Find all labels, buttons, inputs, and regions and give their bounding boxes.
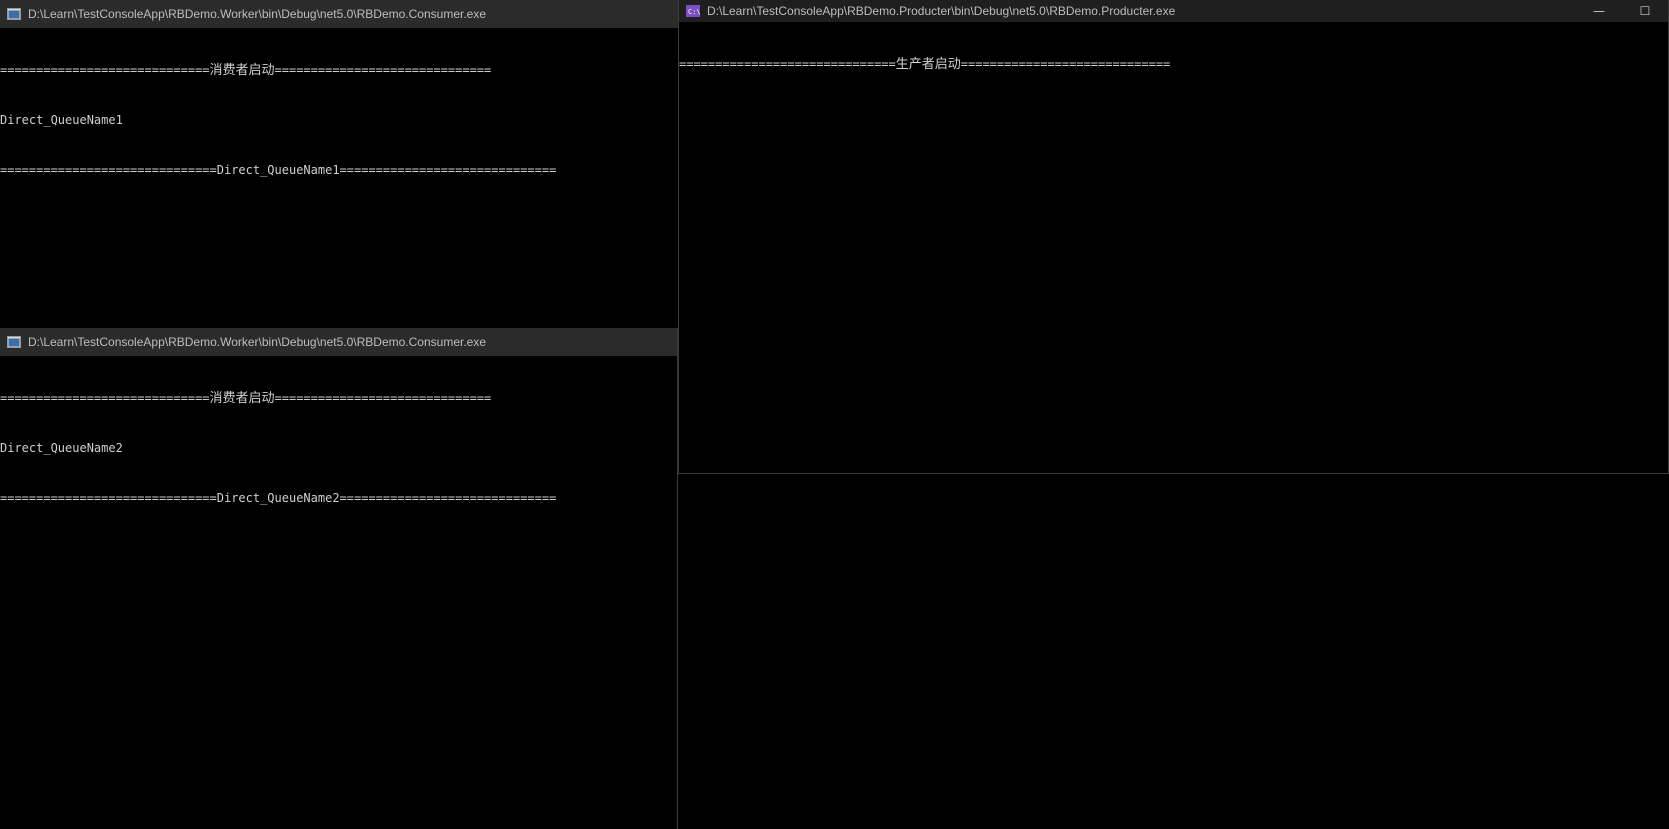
console-line: Direct_QueueName2 xyxy=(0,441,123,455)
svg-text:C:\: C:\ xyxy=(688,8,700,16)
producer-window[interactable]: C:\ D:\Learn\TestConsoleApp\RBDemo.Produ… xyxy=(678,0,1669,474)
window-title: D:\Learn\TestConsoleApp\RBDemo.Worker\bi… xyxy=(28,335,487,349)
cmd-prompt-icon: C:\ xyxy=(686,5,700,17)
console-output[interactable]: =============================消费者启动======… xyxy=(0,29,678,328)
console-window-icon xyxy=(7,8,21,20)
console-line: =============================消费者启动======… xyxy=(0,63,492,78)
consumer-window-2[interactable]: D:\Learn\TestConsoleApp\RBDemo.Worker\bi… xyxy=(0,328,678,829)
console-line: ==============================Direct_Que… xyxy=(0,491,557,505)
window-title: D:\Learn\TestConsoleApp\RBDemo.Worker\bi… xyxy=(28,7,487,21)
window-title: D:\Learn\TestConsoleApp\RBDemo.Producter… xyxy=(707,4,1176,18)
window-titlebar[interactable]: C:\ D:\Learn\TestConsoleApp\RBDemo.Produ… xyxy=(679,0,1668,22)
console-output[interactable]: =============================消费者启动======… xyxy=(0,357,677,829)
minimize-button[interactable]: — xyxy=(1576,0,1622,22)
window-titlebar[interactable]: D:\Learn\TestConsoleApp\RBDemo.Worker\bi… xyxy=(0,0,678,28)
consumer-window-1[interactable]: D:\Learn\TestConsoleApp\RBDemo.Worker\bi… xyxy=(0,0,678,328)
window-titlebar[interactable]: D:\Learn\TestConsoleApp\RBDemo.Worker\bi… xyxy=(0,328,677,356)
maximize-button[interactable]: ☐ xyxy=(1622,0,1668,22)
console-line: ==============================生产者启动=====… xyxy=(679,57,1171,72)
window-controls: — ☐ xyxy=(1576,0,1668,22)
console-line: =============================消费者启动======… xyxy=(0,391,492,406)
console-line: Direct_QueueName1 xyxy=(0,113,123,127)
console-output[interactable]: ==============================生产者启动=====… xyxy=(679,23,1668,473)
console-window-icon xyxy=(7,336,21,348)
console-line: ==============================Direct_Que… xyxy=(0,163,557,177)
